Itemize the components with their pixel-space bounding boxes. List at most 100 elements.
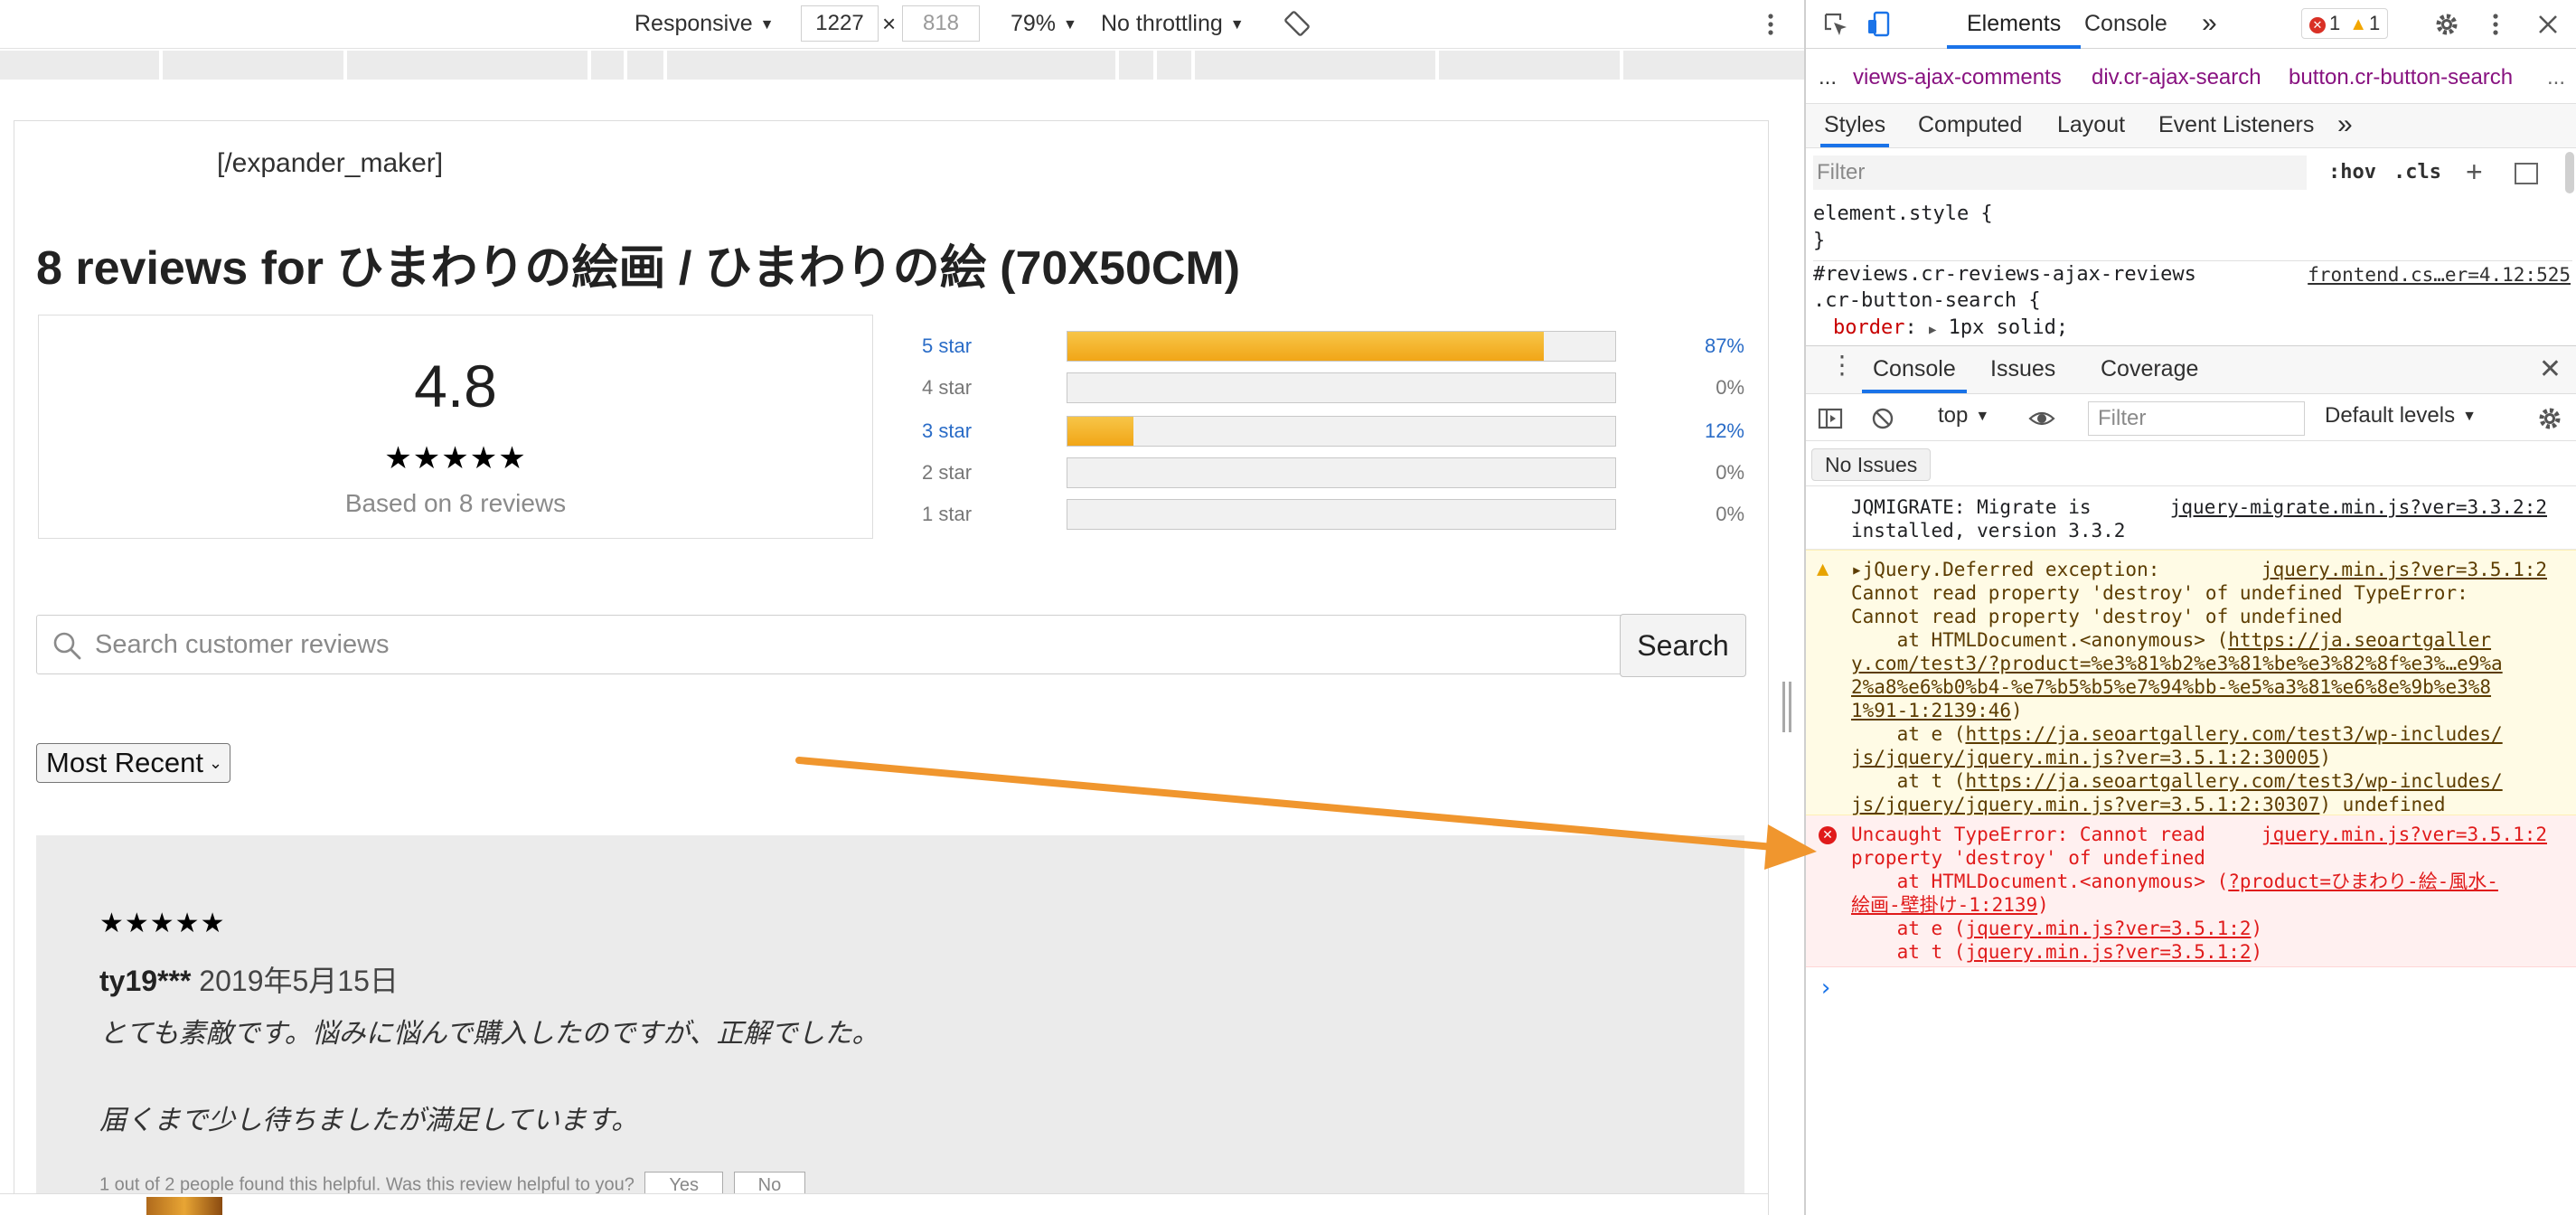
histogram-row[interactable]: 5 star 87%: [922, 331, 1744, 362]
stack-link[interactable]: 絵画-壁掛け-1:2139: [1851, 894, 2037, 916]
stylesheet-source-link[interactable]: frontend.cs…er=4.12:525: [2308, 264, 2571, 286]
stack-link[interactable]: https://ja.seoartgallery.com/test3/wp-in…: [1965, 770, 2502, 792]
drawer-tab-console[interactable]: Console: [1862, 346, 1967, 393]
new-rule-plus-icon[interactable]: +: [2466, 155, 2483, 189]
console-filter-input[interactable]: Filter: [2088, 401, 2305, 436]
more-tabs-icon[interactable]: »: [2202, 0, 2217, 49]
inspect-element-icon[interactable]: [1822, 11, 1849, 38]
breadcrumb-item[interactable]: views-ajax-comments: [1853, 65, 2062, 90]
more-options-icon[interactable]: [2482, 11, 2509, 38]
styles-filter-row: Filter :hov .cls +: [1806, 152, 2576, 195]
hover-state-toggle[interactable]: :hov: [2328, 161, 2376, 184]
stack-link[interactable]: jquery.min.js?ver=3.5.1:2: [1965, 941, 2251, 963]
stack-frame: at e (: [1851, 918, 1966, 939]
chevron-down-icon: ▼: [2462, 409, 2477, 424]
drawer-tab-issues[interactable]: Issues: [1990, 346, 2055, 393]
device-select[interactable]: Responsive ▼: [635, 0, 774, 49]
bottom-strip: [0, 1193, 1768, 1215]
review-stars-icon: ★★★★★: [99, 909, 226, 938]
warning-text: ▸jQuery.Deferred exception: Cannot read …: [1851, 559, 2503, 815]
stack-frame: at t (: [1851, 941, 1966, 963]
tab-elements[interactable]: Elements: [1947, 0, 2082, 49]
sort-select[interactable]: Most Recent ⌄: [36, 743, 231, 783]
styles-filter-input[interactable]: Filter: [1813, 155, 2307, 190]
warning-icon: ▲: [1817, 558, 1829, 580]
warning-line[interactable]: ▸jQuery.Deferred exception:: [1851, 559, 2159, 580]
no-issues-button[interactable]: No Issues: [1811, 448, 1932, 481]
expander-shortcode-text: [/expander_maker]: [217, 148, 444, 178]
breadcrumb-overflow[interactable]: ...: [2547, 65, 2565, 90]
warning-count: 1: [2369, 12, 2381, 34]
drawer-menu-icon[interactable]: ⋮: [1829, 350, 1855, 380]
breadcrumb-item[interactable]: div.cr-ajax-search: [2092, 65, 2261, 90]
media-query-ruler[interactable]: [0, 51, 1804, 80]
height-input[interactable]: 818: [902, 5, 980, 42]
breadcrumb-overflow[interactable]: ...: [1819, 65, 1837, 90]
close-drawer-icon[interactable]: ✕: [2539, 353, 2562, 385]
live-expression-eye-icon[interactable]: [2028, 405, 2055, 432]
helpful-text: 1 out of 2 people found this helpful. Wa…: [99, 1174, 635, 1195]
tab-computed[interactable]: Computed: [1918, 104, 2022, 147]
device-toggle-icon[interactable]: [1866, 11, 1893, 38]
stack-link[interactable]: 1%91-1:2139:46: [1851, 700, 2011, 721]
class-toggle[interactable]: .cls: [2393, 161, 2441, 184]
stack-link[interactable]: ?product=ひまわり-絵-風水-: [2228, 871, 2498, 892]
width-input[interactable]: 1227: [801, 5, 879, 42]
breadcrumb-item[interactable]: button.cr-button-search: [2289, 65, 2513, 90]
tab-console[interactable]: Console: [2084, 0, 2167, 49]
histogram-bar-fill: [1067, 417, 1133, 446]
stack-link[interactable]: jquery.min.js?ver=3.5.1:2: [1965, 918, 2251, 939]
histogram-row[interactable]: 3 star 12%: [922, 416, 1744, 447]
issues-counter[interactable]: ✕ 1 ▲1: [2301, 8, 2389, 39]
context-select[interactable]: top ▼: [1938, 403, 1989, 429]
styles-scrollbar[interactable]: [2565, 152, 2574, 193]
viewport-resize-handle[interactable]: [1782, 682, 1791, 732]
histogram-percent[interactable]: 12%: [1705, 419, 1744, 443]
histogram-row: 2 star 0%: [922, 457, 1744, 488]
stack-link[interactable]: y.com/test3/?product=%e3%81%b2%e3%81%be%…: [1851, 653, 2503, 674]
console-warning-message: ▲ ▸jQuery.Deferred exception: Cannot rea…: [1806, 550, 2576, 815]
source-link[interactable]: jquery-migrate.min.js?ver=3.3.2:2: [2170, 495, 2547, 519]
rotate-icon[interactable]: [1283, 10, 1311, 37]
log-levels-select[interactable]: Default levels ▼: [2325, 403, 2477, 429]
histogram-label[interactable]: 3 star: [922, 419, 972, 443]
throttling-select[interactable]: No throttling ▼: [1101, 0, 1245, 49]
histogram-label: 4 star: [922, 376, 973, 399]
settings-gear-icon[interactable]: [2433, 11, 2460, 38]
device-emulation-area: Responsive ▼ 1227 × 818 79% ▼ No throttlin…: [0, 0, 1804, 1215]
tab-event-listeners[interactable]: Event Listeners: [2158, 104, 2314, 147]
search-button[interactable]: Search: [1620, 614, 1746, 677]
dimension-separator: ×: [882, 10, 897, 37]
tab-styles[interactable]: Styles: [1820, 104, 1890, 147]
drawer-tab-coverage[interactable]: Coverage: [2101, 346, 2198, 393]
review-search-input[interactable]: Search customer reviews: [36, 615, 1744, 674]
stack-link[interactable]: 2%a8%e6%b0%b4-%e7%b5%b5%e7%94%bb-%e5%a3%…: [1851, 676, 2491, 698]
stack-frame: at HTMLDocument.<anonymous> (: [1851, 871, 2229, 892]
more-tabs-icon[interactable]: »: [2337, 104, 2353, 147]
show-sidebar-icon[interactable]: [1817, 405, 1844, 432]
devtools-main-tabs: Elements Console » ✕ 1 ▲1: [1806, 0, 2576, 49]
close-devtools-icon[interactable]: [2534, 11, 2562, 38]
histogram-label: 1 star: [922, 503, 973, 525]
source-link[interactable]: jquery.min.js?ver=3.5.1:2: [2261, 558, 2547, 581]
stack-link[interactable]: js/jquery/jquery.min.js?ver=3.5.1:2:3000…: [1851, 747, 2319, 768]
stack-link[interactable]: js/jquery/jquery.min.js?ver=3.5.1:2:3030…: [1851, 794, 2319, 815]
console-prompt[interactable]: ›: [1819, 975, 1833, 1002]
histogram-percent[interactable]: 87%: [1705, 334, 1744, 358]
histogram-label[interactable]: 5 star: [922, 334, 972, 358]
review-count-text: Based on 8 reviews: [344, 489, 567, 517]
stack-link[interactable]: https://ja.seoartgaller: [2228, 629, 2491, 651]
more-options-icon[interactable]: [1757, 11, 1784, 38]
tab-layout[interactable]: Layout: [2057, 104, 2125, 147]
rating-summary-box: 4.8 ★★★★★ Based on 8 reviews: [38, 315, 873, 539]
toggle-sidebar-icon[interactable]: [2515, 163, 2538, 184]
style-value: 1px solid;: [1948, 316, 2069, 339]
review-card: ★★★★★ ty19*** 2019年5月15日 とても素敵です。悩みに悩んで購…: [36, 835, 1744, 1215]
stack-link[interactable]: https://ja.seoartgallery.com/test3/wp-in…: [1965, 723, 2502, 745]
source-link[interactable]: jquery.min.js?ver=3.5.1:2: [2261, 823, 2547, 846]
style-declaration[interactable]: border: ▶ 1px solid;: [1813, 315, 2572, 342]
warning-icon: ▲: [2349, 14, 2368, 34]
clear-console-icon[interactable]: [1869, 405, 1896, 432]
zoom-select[interactable]: 79% ▼: [1011, 0, 1077, 49]
console-settings-gear-icon[interactable]: [2536, 405, 2563, 432]
